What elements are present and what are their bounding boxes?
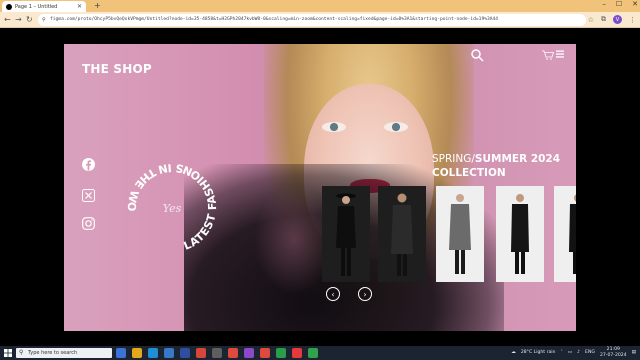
notifications-icon[interactable]: ▤: [632, 350, 636, 355]
tab-close-icon[interactable]: ✕: [77, 3, 82, 10]
photoshop-icon[interactable]: [180, 348, 190, 358]
office-icon[interactable]: [196, 348, 206, 358]
site-info-icon[interactable]: ⚲: [42, 14, 46, 26]
circular-slogan: LATEST FASHIONS IN THE WORLD Yes: [112, 148, 219, 253]
language-indicator[interactable]: ENG: [585, 350, 595, 355]
hamburger-menu-icon[interactable]: [556, 50, 564, 58]
model-look-1: [336, 193, 356, 276]
model-right-eye: [384, 122, 408, 132]
bookmark-star-icon[interactable]: ☆: [588, 16, 594, 24]
chrome-icon[interactable]: [260, 348, 270, 358]
reload-icon[interactable]: ↻: [26, 15, 33, 24]
prototype-frame: THE SHOP LATEST FASHIONS IN THE WORLD Ye…: [64, 44, 576, 331]
product-card[interactable]: [436, 186, 484, 282]
taskbar-search-input[interactable]: ⚲ Type here to search: [16, 348, 112, 358]
model-look-4: [511, 194, 529, 274]
app-icon[interactable]: [276, 348, 286, 358]
collection-headline: SPRING/SUMMER 2024 COLLECTION: [432, 152, 560, 180]
network-icon[interactable]: ▭: [568, 350, 572, 355]
windows-start-icon[interactable]: [4, 349, 12, 357]
browser-menu-icon[interactable]: ⋮: [629, 16, 636, 24]
chevron-left-icon: ‹: [331, 289, 335, 299]
browser-tab-bar: Page 1 – Untitled ✕ + – ☐ ✕: [0, 0, 640, 12]
product-card[interactable]: [554, 186, 576, 282]
model-look-3: [449, 194, 471, 274]
new-tab-icon[interactable]: +: [94, 1, 101, 10]
back-icon[interactable]: ←: [4, 15, 11, 24]
shop-logo[interactable]: THE SHOP: [82, 62, 152, 76]
weather-icon[interactable]: ☁: [511, 350, 516, 355]
app-icon[interactable]: [212, 348, 222, 358]
tab-title: Page 1 – Untitled: [15, 3, 58, 10]
taskbar-app-icons: [116, 348, 318, 358]
close-window-icon[interactable]: ✕: [632, 0, 638, 8]
clock-date: 27-07-2024: [599, 352, 627, 358]
headline-season-bold: SUMMER 2024: [474, 153, 561, 165]
url-text: figma.com/proto/OhcyP5bvQeQxkVPmgm/Untit…: [50, 17, 499, 22]
product-card[interactable]: [378, 186, 426, 282]
search-icon[interactable]: [470, 48, 484, 62]
chrome-icon[interactable]: [228, 348, 238, 358]
instagram-icon[interactable]: [82, 217, 95, 230]
taskbar-search-icon: ⚲: [19, 349, 24, 356]
product-card[interactable]: [496, 186, 544, 282]
figma-favicon-icon: [6, 3, 12, 10]
circular-slogan-text: LATEST FASHIONS IN THE WORLD: [112, 148, 218, 253]
file-explorer-icon[interactable]: [132, 348, 142, 358]
windows-taskbar: ⚲ Type here to search ☁ 28°C Light rain …: [0, 346, 640, 360]
edge-icon[interactable]: [148, 348, 158, 358]
carousel-next-button[interactable]: ›: [358, 287, 372, 301]
x-twitter-icon[interactable]: [82, 189, 95, 202]
maximize-icon[interactable]: ☐: [616, 0, 622, 8]
excel-icon[interactable]: [308, 348, 318, 358]
url-field[interactable]: ⚲ figma.com/proto/OhcyP5bvQeQxkVPmgm/Unt…: [38, 14, 586, 26]
headline-collection: COLLECTION: [432, 167, 506, 179]
address-bar-row: ← → ↻ ⚲ figma.com/proto/OhcyP5bvQeQxkVPm…: [0, 12, 640, 28]
browser-toolbar-icons: ☆ ⧉ V ⋮: [588, 15, 636, 24]
model-look-5: [569, 194, 576, 274]
carousel-prev-button[interactable]: ‹: [326, 287, 340, 301]
extensions-icon[interactable]: ⧉: [601, 15, 606, 24]
svg-text:LATEST FASHIONS IN THE WORLD: LATEST FASHIONS IN THE WORLD: [112, 148, 219, 253]
volume-icon[interactable]: ♪: [577, 350, 580, 355]
headline-season-light: SPRING/: [432, 153, 475, 165]
store-icon[interactable]: [164, 348, 174, 358]
app-icon[interactable]: [292, 348, 302, 358]
tray-chevron-icon[interactable]: ˄: [560, 350, 562, 355]
window-controls: – ☐ ✕: [602, 0, 638, 8]
chevron-right-icon: ›: [363, 289, 367, 299]
taskbar-search-placeholder: Type here to search: [28, 350, 78, 356]
system-tray: ☁ 28°C Light rain ˄ ▭ ♪ ENG 21:09 27-07-…: [511, 347, 636, 358]
model-left-eye: [322, 122, 346, 132]
signature-script: Yes: [163, 202, 182, 215]
product-card[interactable]: [322, 186, 370, 282]
clock[interactable]: 21:09 27-07-2024: [600, 347, 627, 358]
browser-tab[interactable]: Page 1 – Untitled ✕: [2, 1, 86, 12]
model-look-2: [391, 193, 413, 276]
task-view-icon[interactable]: [116, 348, 126, 358]
minimize-icon[interactable]: –: [602, 0, 606, 8]
cart-icon[interactable]: [542, 50, 554, 60]
facebook-icon[interactable]: [82, 158, 95, 171]
forward-icon[interactable]: →: [15, 15, 22, 24]
weather-text[interactable]: 28°C Light rain: [521, 350, 556, 355]
profile-avatar[interactable]: V: [613, 15, 622, 24]
app-icon[interactable]: [244, 348, 254, 358]
